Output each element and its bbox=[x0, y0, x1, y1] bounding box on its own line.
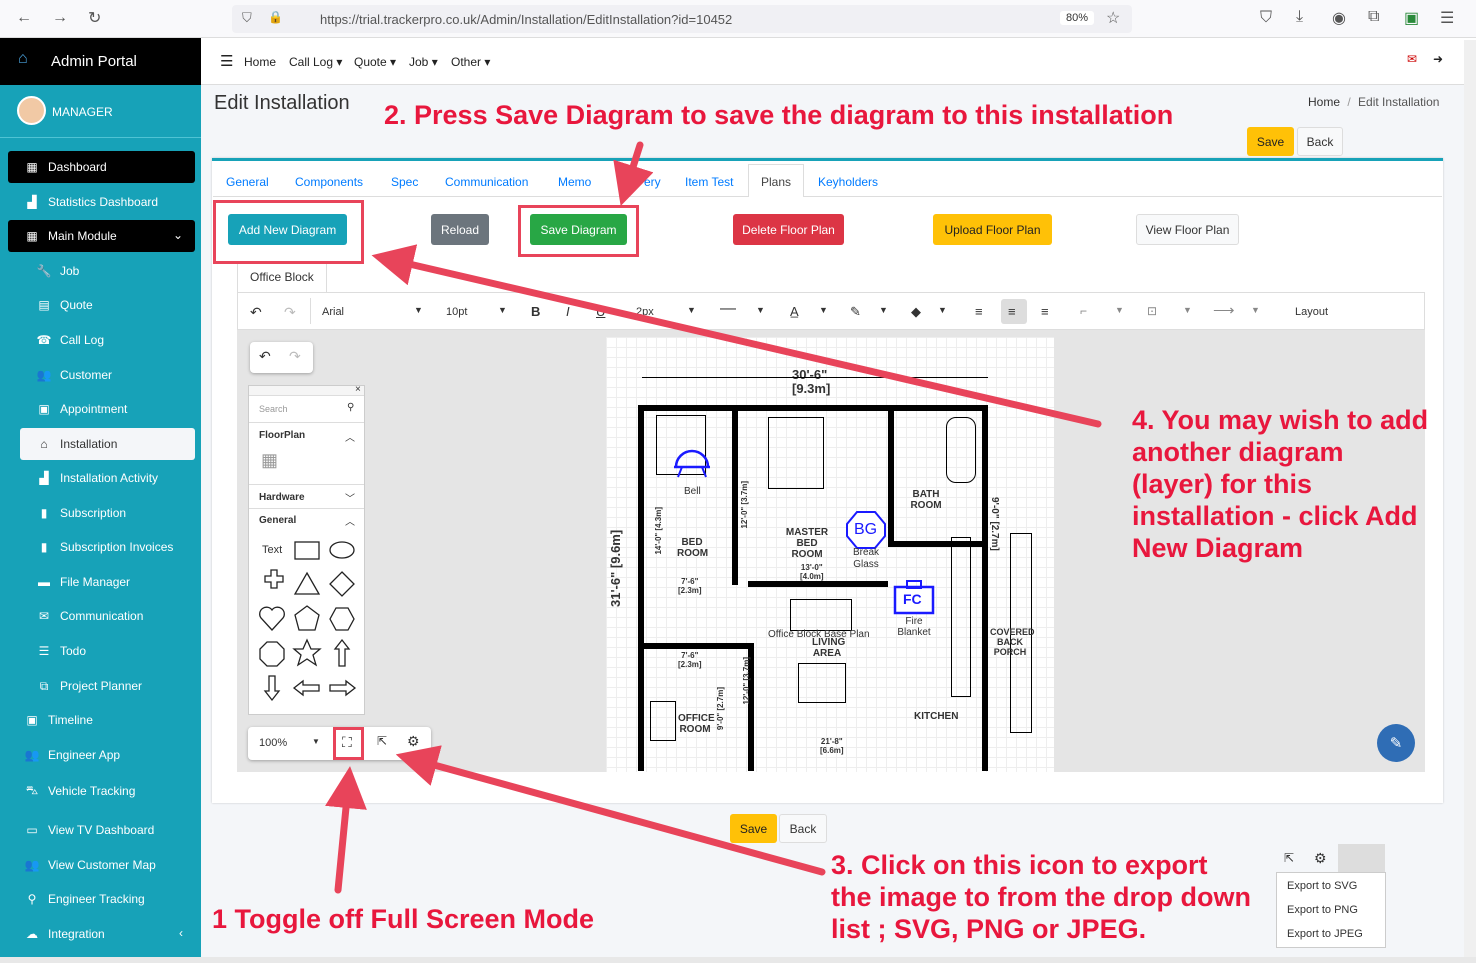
annotation-1: 1 Toggle off Full Screen Mode bbox=[212, 904, 595, 934]
annotation-3: 3. Click on this icon to export the imag… bbox=[831, 850, 1251, 944]
annotation-2: 2. Press Save Diagram to save the diagra… bbox=[384, 100, 1174, 130]
annotation-4: 4. You may wish to add another diagram (… bbox=[1132, 405, 1429, 563]
